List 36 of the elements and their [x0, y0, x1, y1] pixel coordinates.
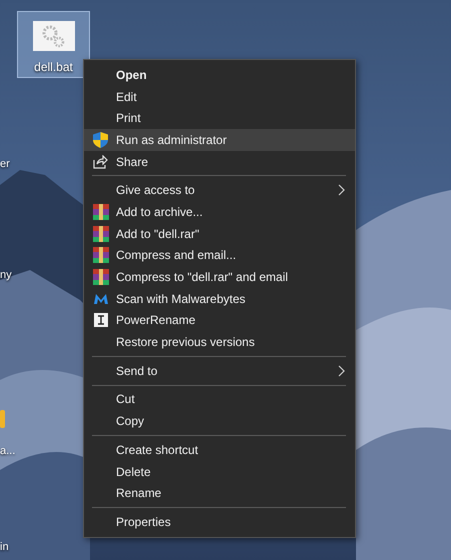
- menu-item[interactable]: Create shortcut: [84, 439, 355, 461]
- menu-item[interactable]: Compress to "dell.rar" and email: [84, 266, 355, 288]
- chevron-right-icon: [338, 184, 345, 196]
- menu-item[interactable]: Properties: [84, 511, 355, 533]
- menu-item[interactable]: Restore previous versions: [84, 331, 355, 353]
- menu-item[interactable]: Print: [84, 107, 355, 130]
- books-icon: [92, 247, 108, 264]
- m-logo-icon: [92, 292, 108, 305]
- menu-item[interactable]: Run as administrator: [84, 129, 355, 151]
- desktop-icon-label: a...: [0, 445, 16, 457]
- chevron-right-icon: [338, 364, 345, 377]
- file-icon[interactable]: dell.bat: [17, 11, 90, 78]
- menu-item[interactable]: Copy: [84, 410, 355, 432]
- menu-item[interactable]: Edit: [84, 86, 355, 108]
- menu-item[interactable]: Add to "dell.rar": [84, 222, 355, 244]
- books-icon: [92, 226, 108, 242]
- desktop-icon-label: ny: [0, 269, 12, 281]
- menu-item[interactable]: Scan with Malwarebytes: [84, 288, 355, 310]
- shield-icon: [93, 132, 108, 148]
- gears-file-icon: [32, 21, 74, 51]
- books-icon: [92, 269, 108, 286]
- file-name: dell.bat: [34, 60, 73, 74]
- menu-item[interactable]: Rename: [84, 482, 355, 504]
- menu-item[interactable]: Delete: [84, 460, 355, 482]
- text-cursor-icon: [94, 313, 108, 328]
- menu-item[interactable]: Cut: [84, 388, 355, 410]
- desktop-icon-label: in: [0, 541, 9, 553]
- menu-item[interactable]: Add to archive...: [84, 201, 355, 223]
- menu-item[interactable]: Give access to: [84, 179, 355, 202]
- desktop-icon-label: er: [0, 158, 10, 170]
- books-icon: [92, 204, 108, 220]
- menu-item[interactable]: PowerRename: [84, 310, 355, 332]
- menu-item[interactable]: Send to: [84, 360, 355, 382]
- menu-item[interactable]: Compress and email...: [84, 244, 355, 266]
- share-icon: [93, 154, 108, 169]
- menu-item[interactable]: Share: [84, 150, 355, 172]
